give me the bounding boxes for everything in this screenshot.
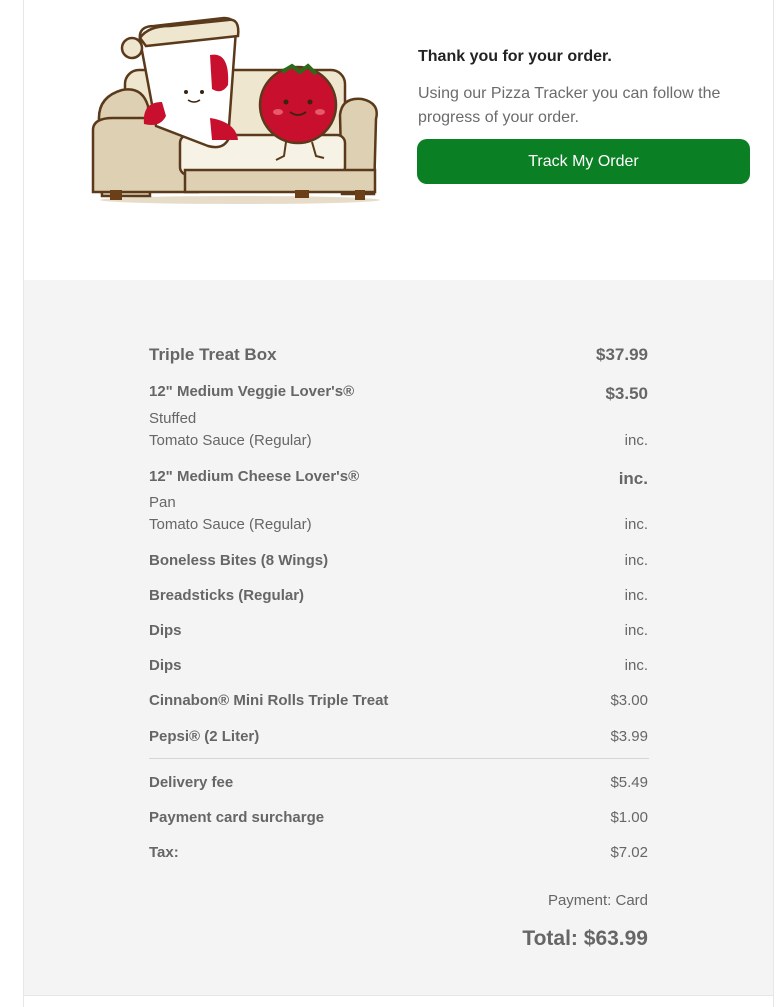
item-price: inc. [624, 552, 648, 569]
item-name: Dips [149, 622, 182, 639]
item-name: 12" Medium Cheese Lover's® [149, 468, 360, 485]
payment-method: Payment: Card [547, 892, 648, 909]
fee-price: $5.49 [610, 774, 648, 791]
fee-price: $7.02 [610, 844, 648, 861]
item-name: Boneless Bites (8 Wings) [149, 552, 329, 569]
item-price: inc. [618, 469, 648, 488]
item-price: inc. [624, 657, 648, 674]
item-price: $3.50 [605, 384, 648, 403]
item-price: $3.99 [610, 728, 648, 745]
item-price: $3.00 [610, 692, 648, 709]
item-name: Pepsi® (2 Liter) [149, 728, 260, 745]
bottom-divider [24, 995, 773, 996]
box-price: $37.99 [596, 345, 648, 364]
item-sauce: Tomato Sauce (Regular) [149, 432, 312, 449]
tracker-description: Using our Pizza Tracker you can follow t… [418, 85, 721, 126]
item-price: inc. [624, 622, 648, 639]
fee-price: $1.00 [610, 809, 648, 826]
fee-name: Tax: [149, 844, 179, 861]
order-total: Total: $63.99 [522, 927, 648, 950]
fee-name: Delivery fee [149, 774, 234, 791]
item-sauce: Tomato Sauce (Regular) [149, 516, 312, 533]
item-sauce-price: inc. [624, 432, 648, 449]
item-name: Breadsticks (Regular) [149, 587, 305, 604]
item-name: Dips [149, 657, 182, 674]
box-name: Triple Treat Box [149, 345, 277, 364]
thank-you-heading: Thank you for your order. [418, 48, 612, 65]
fee-name: Payment card surcharge [149, 809, 325, 826]
summary-divider [149, 758, 649, 759]
order-summary-panel [24, 280, 773, 995]
item-name: Cinnabon® Mini Rolls Triple Treat [149, 692, 389, 709]
right-border [773, 0, 774, 1007]
item-crust: Stuffed [149, 410, 197, 427]
item-sauce-price: inc. [624, 516, 648, 533]
track-my-order-button[interactable]: Track My Order [417, 139, 750, 184]
item-price: inc. [624, 587, 648, 604]
item-crust: Pan [149, 494, 176, 511]
item-name: 12" Medium Veggie Lover's® [149, 383, 355, 400]
pizza-and-tomato-on-sofa-icon [91, 16, 380, 204]
